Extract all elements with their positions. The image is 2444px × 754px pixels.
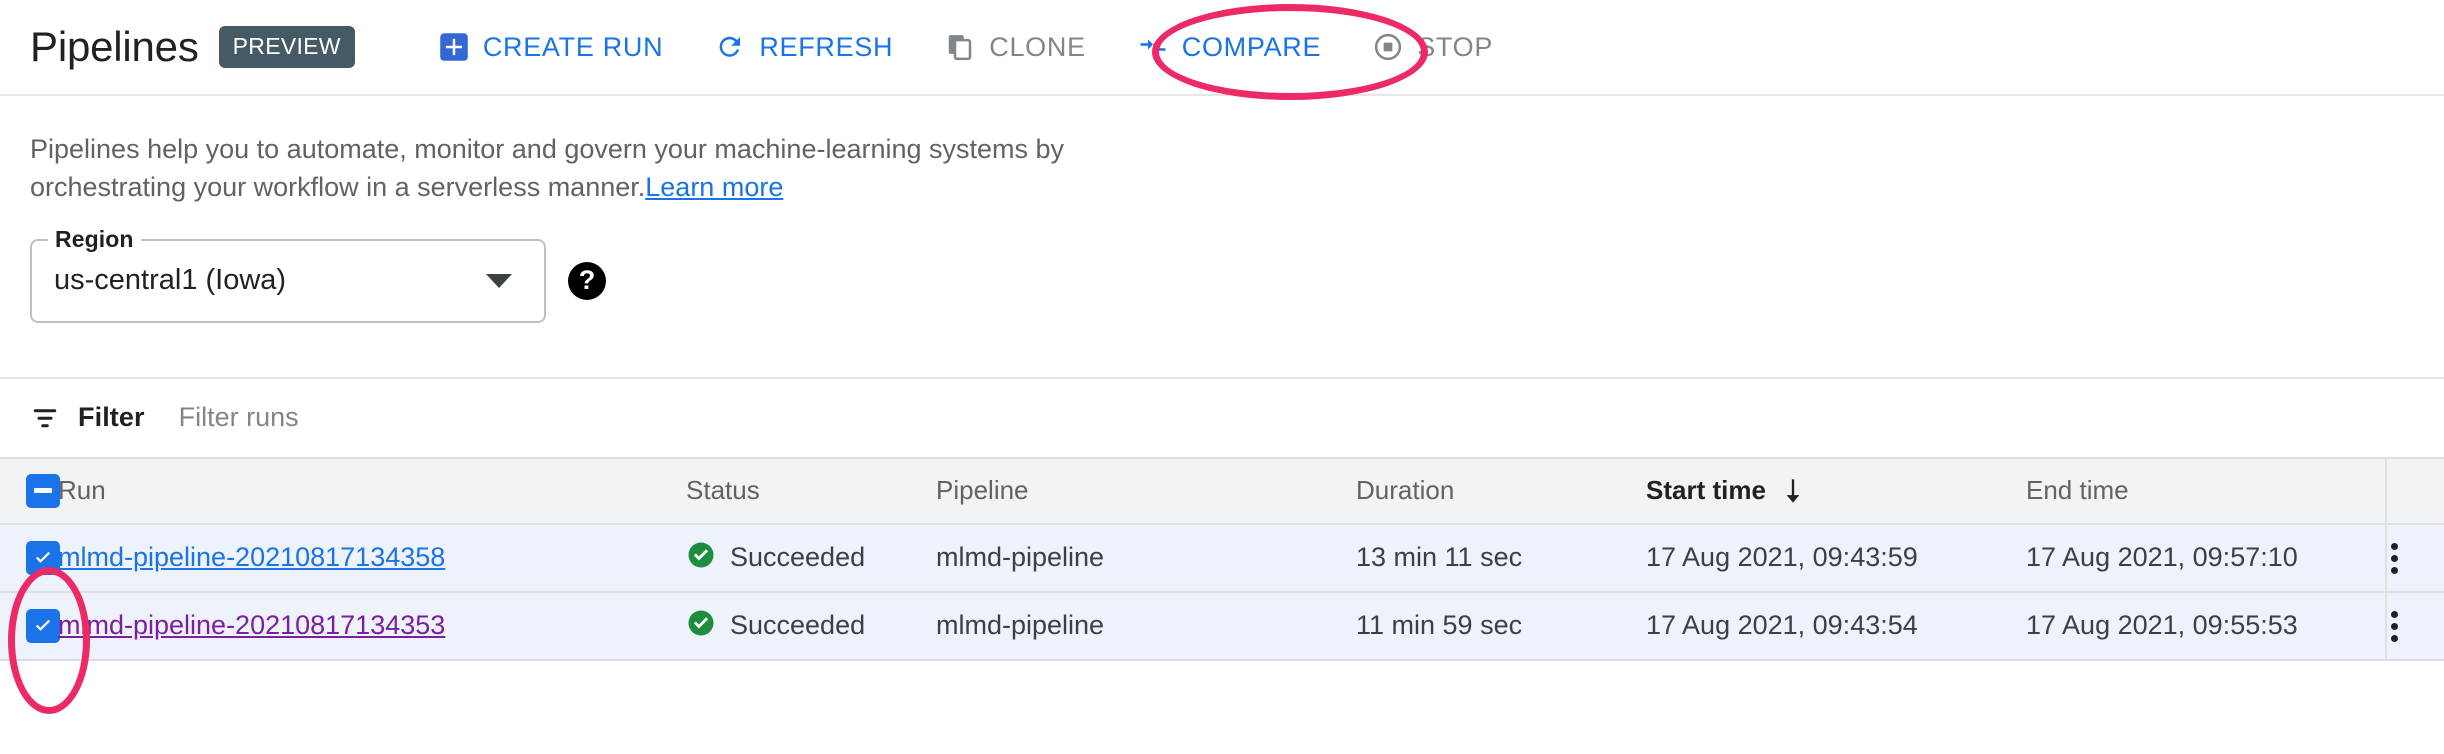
column-header-run[interactable]: Run [58,458,686,524]
column-header-status[interactable]: Status [686,458,936,524]
refresh-icon [715,32,745,62]
page-header: Pipelines PREVIEW CREATE RUN REFRESH [0,0,2444,96]
pipeline-name: mlmd-pipeline [936,610,1104,640]
select-all-checkbox[interactable] [26,474,60,508]
check-circle-icon [686,608,716,643]
column-header-actions [2386,458,2444,524]
start-time-value: 17 Aug 2021, 09:43:54 [1646,610,1918,640]
filter-input[interactable] [177,401,681,434]
description-section: Pipelines help you to automate, monitor … [0,96,2444,207]
end-time-cell: 17 Aug 2021, 09:57:10 [2026,524,2386,592]
help-icon[interactable]: ? [568,262,606,300]
column-label-duration: Duration [1356,475,1454,505]
indeterminate-mark [34,488,52,493]
end-time-value: 17 Aug 2021, 09:55:53 [2026,610,2298,640]
table-header-row: Run Status Pipeline Duration Start time [0,458,2444,524]
compare-arrows-icon [1138,32,1168,62]
filter-label: Filter [78,402,145,433]
sort-descending-arrow-icon [1782,477,1804,505]
description-body: Pipelines help you to automate, monitor … [30,134,1064,202]
description-text: Pipelines help you to automate, monitor … [30,130,1150,207]
learn-more-link[interactable]: Learn more [645,172,783,202]
region-label: Region [48,226,141,253]
region-value: us-central1 (Iowa) [54,264,486,297]
table-body: mlmd-pipeline-20210817134358 Succeeded m… [0,524,2444,660]
more-vert-icon[interactable] [2387,607,2402,646]
status-cell: Succeeded [686,524,936,592]
run-name-cell: mlmd-pipeline-20210817134358 [58,524,686,592]
run-link[interactable]: mlmd-pipeline-20210817134358 [58,542,445,572]
start-time-cell: 17 Aug 2021, 09:43:59 [1646,524,2026,592]
column-label-pipeline: Pipeline [936,475,1029,505]
column-label-start-time: Start time [1646,475,1766,506]
refresh-label: REFRESH [759,32,893,63]
status-text: Succeeded [730,610,865,641]
end-time-value: 17 Aug 2021, 09:57:10 [2026,542,2298,572]
select-all-cell [0,458,58,524]
pipeline-cell: mlmd-pipeline [936,592,1356,660]
run-link[interactable]: mlmd-pipeline-20210817134353 [58,610,445,640]
run-name-cell: mlmd-pipeline-20210817134353 [58,592,686,660]
duration-cell: 11 min 59 sec [1356,592,1646,660]
stop-button[interactable]: STOP [1347,22,1519,73]
column-label-start-time-group: Start time [1646,475,1804,506]
filter-bar: Filter [0,379,2444,457]
plus-box-icon [439,32,469,62]
column-header-start-time[interactable]: Start time [1646,458,2026,524]
compare-button[interactable]: COMPARE [1112,22,1347,73]
end-time-cell: 17 Aug 2021, 09:55:53 [2026,592,2386,660]
toolbar: CREATE RUN REFRESH CLONE [413,22,1519,73]
check-circle-icon [686,540,716,575]
refresh-button[interactable]: REFRESH [689,22,919,73]
check-mark-icon [32,615,54,637]
table-row[interactable]: mlmd-pipeline-20210817134353 Succeeded m… [0,592,2444,660]
filter-icon[interactable] [30,403,60,433]
column-label-end-time: End time [2026,475,2129,505]
column-header-end-time[interactable]: End time [2026,458,2386,524]
create-run-label: CREATE RUN [483,32,664,63]
compare-label: COMPARE [1182,32,1321,63]
row-actions-cell [2386,592,2444,660]
status-text: Succeeded [730,542,865,573]
table-row[interactable]: mlmd-pipeline-20210817134358 Succeeded m… [0,524,2444,592]
clone-label: CLONE [989,32,1086,63]
stop-label: STOP [1417,32,1493,63]
runs-table: Run Status Pipeline Duration Start time [0,457,2444,661]
create-run-button[interactable]: CREATE RUN [413,22,690,73]
more-vert-icon[interactable] [2387,539,2402,578]
region-row: Region us-central1 (Iowa) ? [0,207,2444,323]
row-select-cell [0,592,58,660]
start-time-cell: 17 Aug 2021, 09:43:54 [1646,592,2026,660]
page-title: Pipelines [30,23,199,71]
start-time-value: 17 Aug 2021, 09:43:59 [1646,542,1918,572]
preview-badge: PREVIEW [219,26,355,68]
chevron-down-icon [486,274,512,288]
pipeline-name: mlmd-pipeline [936,542,1104,572]
stop-circle-icon [1373,32,1403,62]
duration-cell: 13 min 11 sec [1356,524,1646,592]
column-label-run: Run [58,475,106,505]
row-select-cell [0,524,58,592]
duration-value: 11 min 59 sec [1356,610,1522,640]
pipeline-cell: mlmd-pipeline [936,524,1356,592]
duration-value: 13 min 11 sec [1356,542,1522,572]
check-mark-icon [32,547,54,569]
column-header-pipeline[interactable]: Pipeline [936,458,1356,524]
column-label-status: Status [686,475,760,505]
row-checkbox[interactable] [26,541,60,575]
column-header-duration[interactable]: Duration [1356,458,1646,524]
clone-button[interactable]: CLONE [919,22,1112,73]
row-actions-cell [2386,524,2444,592]
region-select[interactable]: Region us-central1 (Iowa) [30,239,546,323]
clone-icon [945,32,975,62]
title-group: Pipelines PREVIEW [30,23,355,71]
status-cell: Succeeded [686,592,936,660]
row-checkbox[interactable] [26,609,60,643]
